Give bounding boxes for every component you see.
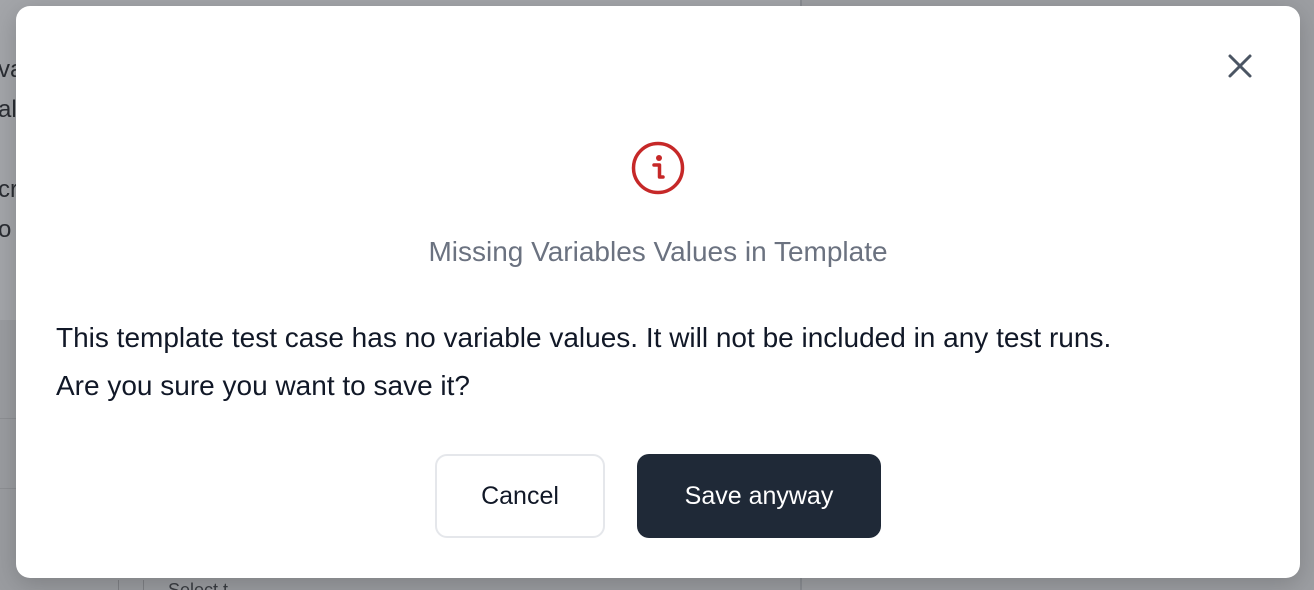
close-button[interactable] [1224,50,1256,82]
dialog-message-line: Are you sure you want to save it? [56,370,470,401]
confirm-dialog: Missing Variables Values in Template Thi… [16,6,1300,578]
dialog-title: Missing Variables Values in Template [428,236,888,267]
background-select-label: Select t [168,580,229,590]
background-text-fragment: o [0,216,12,243]
save-anyway-button[interactable]: Save anyway [637,454,881,538]
dialog-message: This template test case has no variable … [56,314,1276,410]
cancel-button[interactable]: Cancel [435,454,605,538]
dialog-message-line: This template test case has no variable … [56,322,1112,353]
info-circle-icon [631,141,685,195]
background-divider [143,580,144,590]
background-text-fragment: al [0,96,17,123]
background-divider [118,580,119,590]
close-icon [1228,54,1252,78]
